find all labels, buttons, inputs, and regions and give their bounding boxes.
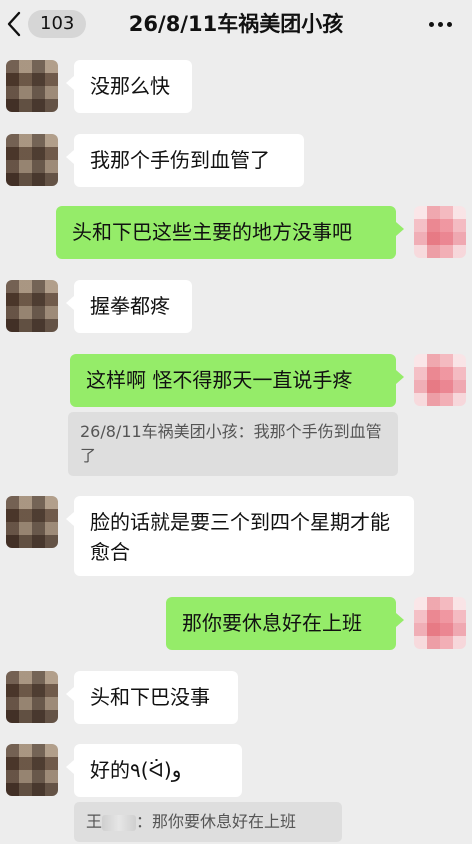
message-bubble-incoming[interactable]: 没那么快: [66, 60, 192, 113]
chat-header: 103 26/8/11车祸美团小孩: [0, 0, 472, 50]
more-options-button[interactable]: [422, 8, 458, 40]
more-dot: [437, 21, 443, 27]
unread-count-badge: 103: [28, 10, 87, 38]
quoted-message[interactable]: 26/8/11车祸美团小孩：我那个手伤到血管了: [68, 412, 398, 476]
quoted-message[interactable]: 王 ：那你要休息好在上班: [74, 802, 342, 842]
my-avatar[interactable]: [414, 597, 466, 649]
message-bubble-incoming[interactable]: 我那个手伤到血管了: [66, 134, 304, 187]
chevron-left-icon: [7, 11, 21, 37]
message-bubble-outgoing[interactable]: 那你要休息好在上班: [166, 597, 404, 650]
message-bubble-incoming[interactable]: 头和下巴没事: [66, 671, 238, 724]
my-avatar[interactable]: [414, 354, 466, 406]
quoted-text: ：那你要休息好在上班: [136, 812, 297, 831]
message-bubble-outgoing[interactable]: 头和下巴这些主要的地方没事吧: [56, 206, 404, 259]
message-bubble-outgoing[interactable]: 这样啊 怪不得那天一直说手疼: [70, 354, 404, 407]
contact-avatar[interactable]: [6, 496, 58, 548]
back-button[interactable]: 103: [6, 8, 87, 40]
message-bubble-incoming[interactable]: 好的٩(ᐛ)و: [66, 744, 242, 797]
contact-avatar[interactable]: [6, 60, 58, 112]
message-bubble-incoming[interactable]: 脸的话就是要三个到四个星期才能愈合: [66, 496, 414, 576]
more-dot: [446, 21, 452, 27]
redacted-name: [102, 814, 137, 831]
more-dots-icon: [428, 21, 434, 27]
contact-avatar[interactable]: [6, 280, 58, 332]
contact-avatar[interactable]: [6, 744, 58, 796]
contact-avatar[interactable]: [6, 134, 58, 186]
my-avatar[interactable]: [414, 206, 466, 258]
message-bubble-incoming[interactable]: 握拳都疼: [66, 280, 192, 333]
contact-avatar[interactable]: [6, 671, 58, 723]
quoted-sender-name: 王: [86, 812, 103, 831]
